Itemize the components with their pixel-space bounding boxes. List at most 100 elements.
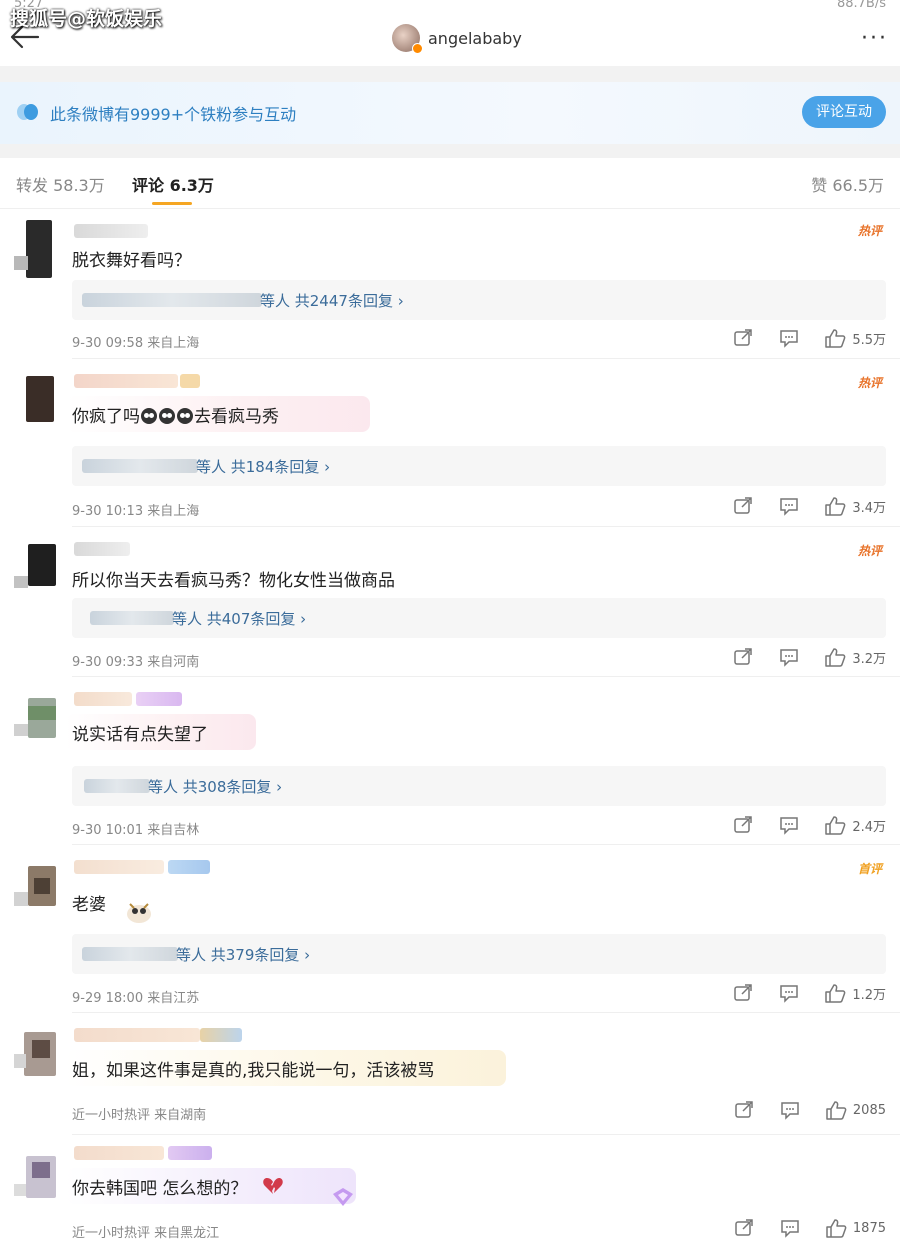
reply-users-blurred bbox=[82, 947, 178, 961]
tab-comment[interactable]: 评论 6.3万 bbox=[132, 172, 214, 196]
like-button[interactable]: 1875 bbox=[825, 1218, 886, 1238]
commenter-avatar[interactable] bbox=[14, 1032, 56, 1076]
comment-item: 说实话有点失望了 等人 共308条回复 › 9-30 10:01 来自吉林 2.… bbox=[0, 690, 900, 840]
comment-actions: 3.2万 bbox=[708, 647, 886, 667]
like-count: 5.5万 bbox=[852, 332, 886, 348]
hot-comment-tag: 热评 bbox=[857, 376, 882, 390]
author-profile[interactable]: angelababy bbox=[392, 24, 522, 54]
share-icon[interactable] bbox=[733, 1100, 755, 1120]
reply-preview[interactable]: 等人 共184条回复 › bbox=[72, 446, 886, 486]
comment-icon[interactable] bbox=[778, 496, 800, 516]
comment-interact-button[interactable]: 评论互动 bbox=[802, 96, 886, 128]
reply-count-link[interactable]: 等人 共184条回复 › bbox=[196, 456, 330, 477]
thumbs-up-icon bbox=[825, 329, 846, 348]
reply-count-link[interactable]: 等人 共308条回复 › bbox=[148, 776, 282, 797]
fans-icon bbox=[17, 104, 38, 120]
comment-icon[interactable] bbox=[778, 328, 800, 348]
comment-actions: 3.4万 bbox=[708, 496, 886, 516]
like-button[interactable]: 1.2万 bbox=[824, 983, 886, 1003]
active-tab-indicator bbox=[152, 202, 192, 205]
like-button[interactable]: 2.4万 bbox=[824, 815, 886, 835]
commenter-avatar[interactable] bbox=[14, 866, 56, 908]
comment-item: 热评 脱衣舞好看吗？ 等人 共2447条回复 › 9-30 09:58 来自上海… bbox=[0, 220, 900, 358]
reply-users-blurred bbox=[90, 611, 174, 625]
comment-item: 你去韩国吧 怎么想的？ 近一小时热评 来自黑龙江 1875 bbox=[0, 1144, 900, 1252]
comment-text: 老婆 bbox=[72, 895, 106, 915]
commenter-name[interactable] bbox=[74, 860, 164, 874]
ghost-emoji-icon bbox=[177, 408, 193, 424]
commenter-name[interactable] bbox=[74, 1028, 200, 1042]
divider bbox=[72, 526, 900, 527]
comment-meta: 9-30 10:01 来自吉林 bbox=[72, 823, 200, 838]
comment-meta: 9-30 09:58 来自上海 bbox=[72, 336, 200, 351]
reply-users-blurred bbox=[84, 779, 150, 793]
commenter-avatar[interactable] bbox=[14, 220, 56, 278]
reply-preview[interactable]: 等人 共308条回复 › bbox=[72, 766, 886, 806]
reply-preview[interactable]: 等人 共2447条回复 › bbox=[72, 280, 886, 320]
share-icon[interactable] bbox=[732, 647, 754, 667]
share-icon[interactable] bbox=[732, 328, 754, 348]
tab-bar: 转发 58.3万 评论 6.3万 赞 66.5万 bbox=[0, 160, 900, 208]
divider bbox=[72, 358, 900, 359]
like-button[interactable]: 2085 bbox=[825, 1100, 886, 1120]
reply-users-blurred bbox=[82, 293, 262, 307]
comment-icon[interactable] bbox=[778, 983, 800, 1003]
commenter-name[interactable] bbox=[74, 224, 148, 238]
commenter-avatar[interactable] bbox=[14, 1156, 56, 1198]
like-button[interactable]: 3.4万 bbox=[824, 496, 886, 516]
reply-count-link[interactable]: 等人 共2447条回复 › bbox=[260, 290, 404, 311]
like-count: 3.4万 bbox=[852, 500, 886, 516]
like-button[interactable]: 3.2万 bbox=[824, 647, 886, 667]
comment-icon[interactable] bbox=[779, 1100, 801, 1120]
commenter-name[interactable] bbox=[74, 692, 132, 706]
commenter-name[interactable] bbox=[74, 1146, 164, 1160]
comment-meta: 近一小时热评 来自湖南 bbox=[72, 1108, 207, 1123]
comment-actions: 2085 bbox=[709, 1100, 886, 1120]
comment-icon[interactable] bbox=[778, 815, 800, 835]
share-icon[interactable] bbox=[732, 496, 754, 516]
comment-text: 脱衣舞好看吗？ bbox=[72, 251, 191, 271]
share-icon[interactable] bbox=[732, 815, 754, 835]
reply-preview[interactable]: 等人 共379条回复 › bbox=[72, 934, 886, 974]
author-avatar[interactable] bbox=[392, 24, 423, 54]
divider bbox=[72, 676, 900, 677]
comment-text: 说实话有点失望了 bbox=[72, 725, 208, 745]
fan-badge bbox=[168, 860, 210, 874]
thumbs-up-icon bbox=[826, 1219, 847, 1238]
fan-badge bbox=[168, 1146, 212, 1160]
reply-preview[interactable]: 等人 共407条回复 › bbox=[72, 598, 886, 638]
commenter-avatar[interactable] bbox=[14, 376, 56, 422]
share-icon[interactable] bbox=[733, 1218, 755, 1238]
ghost-emoji-icon bbox=[141, 408, 157, 424]
like-count: 2.4万 bbox=[852, 819, 886, 835]
tab-repost[interactable]: 转发 58.3万 bbox=[16, 172, 105, 196]
comment-text: 你去韩国吧 怎么想的？ bbox=[72, 1179, 248, 1199]
fan-badge bbox=[136, 692, 182, 706]
thumbs-up-icon bbox=[825, 984, 846, 1003]
comment-text: 姐，如果这件事是真的,我只能说一句，活该被骂 bbox=[72, 1061, 435, 1081]
comment-actions: 2.4万 bbox=[708, 815, 886, 835]
comment-meta: 9-30 10:13 来自上海 bbox=[72, 504, 200, 519]
reply-count-link[interactable]: 等人 共379条回复 › bbox=[176, 944, 310, 965]
commenter-name[interactable] bbox=[74, 542, 130, 556]
fans-banner-text: 此条微博有9999+个铁粉参与互动 bbox=[50, 105, 297, 124]
fans-interaction-banner: 此条微博有9999+个铁粉参与互动 评论互动 bbox=[0, 82, 900, 144]
broken-heart-icon bbox=[263, 1178, 283, 1194]
commenter-avatar[interactable] bbox=[14, 698, 56, 740]
divider bbox=[0, 208, 900, 209]
comment-icon[interactable] bbox=[779, 1218, 801, 1238]
author-name[interactable]: angelababy bbox=[428, 29, 522, 48]
tab-like[interactable]: 赞 66.5万 bbox=[811, 172, 884, 196]
commenter-name[interactable] bbox=[74, 374, 178, 388]
reply-count-link[interactable]: 等人 共407条回复 › bbox=[172, 608, 306, 629]
share-icon[interactable] bbox=[732, 983, 754, 1003]
comment-text: 所以你当天去看疯马秀？物化女性当做商品 bbox=[72, 571, 395, 591]
like-button[interactable]: 5.5万 bbox=[824, 328, 886, 348]
thumbs-up-icon bbox=[825, 816, 846, 835]
sticker-icon bbox=[127, 903, 151, 923]
more-options-icon[interactable]: ··· bbox=[861, 26, 888, 51]
commenter-avatar[interactable] bbox=[14, 544, 56, 588]
comment-icon[interactable] bbox=[778, 647, 800, 667]
watermark: 搜狐号@软饭娱乐 bbox=[10, 8, 163, 30]
fan-badge bbox=[180, 374, 200, 388]
